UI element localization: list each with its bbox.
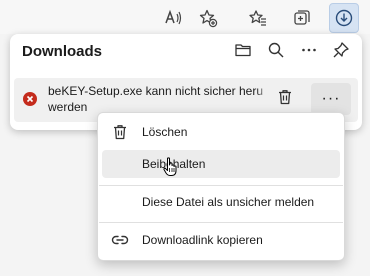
open-folder-button[interactable] [232,41,254,63]
error-icon [23,92,37,106]
more-options-button[interactable] [298,41,320,63]
menu-item-label: Diese Datei als unsicher melden [142,195,315,209]
delete-download-button[interactable] [274,88,296,110]
download-status-line1: beKEY-Setup.exe kann nicht sicher heru [48,84,264,98]
menu-divider [99,185,343,186]
read-aloud-button[interactable] [158,3,188,33]
favorites-icon [248,8,268,28]
download-context-menu: Löschen Beibehalten Diese Datei als unsi… [97,112,345,261]
panel-title: Downloads [22,43,103,60]
search-icon [267,41,285,64]
link-icon [111,231,129,249]
hand-cursor-icon [163,157,179,182]
read-aloud-icon [163,8,183,28]
menu-item-report-unsafe[interactable]: Diese Datei als unsicher melden [102,188,340,216]
download-status-text: beKEY-Setup.exe kann nicht sicher heru w… [48,83,270,115]
menu-divider [99,222,343,223]
collections-icon [292,8,312,28]
more-options-icon [300,41,318,64]
add-favorite-icon [198,8,218,28]
pin-button[interactable] [330,41,352,63]
menu-item-delete[interactable]: Löschen [102,118,340,146]
menu-item-keep[interactable]: Beibehalten [102,150,340,178]
open-folder-icon [234,41,252,64]
collections-button[interactable] [287,3,317,33]
add-favorite-button[interactable] [193,3,223,33]
download-more-button[interactable]: ··· [311,83,351,115]
downloads-button[interactable] [329,3,359,33]
search-button[interactable] [265,41,287,63]
menu-item-copy-link[interactable]: Downloadlink kopieren [102,226,340,254]
pin-icon [332,41,350,64]
downloads-icon [334,8,354,28]
favorites-button[interactable] [243,3,273,33]
trash-icon [276,88,294,111]
menu-item-label: Downloadlink kopieren [142,233,263,247]
trash-icon [111,123,129,141]
menu-item-label: Löschen [142,125,188,139]
browser-toolbar [0,0,370,34]
